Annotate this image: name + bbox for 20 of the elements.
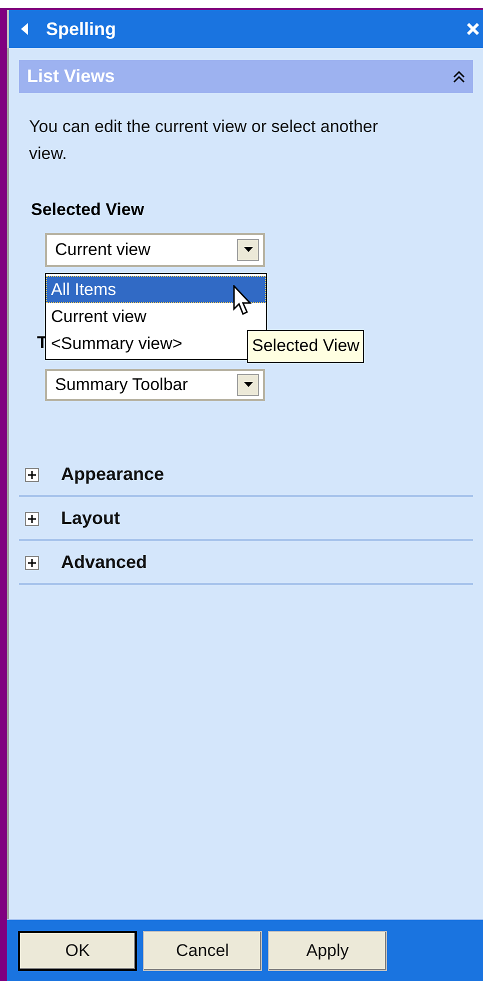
dialog-button[interactable]: Cancel [143,930,262,970]
toolbar-dropdown[interactable]: Summary Toolbar [45,368,265,400]
panel-title: Spelling [46,18,116,41]
plus-icon[interactable] [25,556,39,570]
plus-icon[interactable] [25,512,39,526]
description-text: You can edit the current view or select another view. [29,116,380,165]
back-icon[interactable] [21,23,28,35]
view-dropdown[interactable]: Current view [45,232,265,266]
tooltip: Selected View [247,330,364,362]
section-row[interactable]: Advanced [19,540,473,584]
dialog-button[interactable]: OK [18,930,137,970]
dropdown-option[interactable]: All Items [46,276,266,302]
dialog-button[interactable]: Apply [268,930,387,970]
field-label: Selected View [31,199,146,221]
plus-icon[interactable] [25,468,39,482]
section-row[interactable]: Layout [19,496,473,540]
close-icon[interactable] [467,23,479,35]
collapse-icon[interactable] [453,70,465,84]
section-row[interactable]: Appearance [19,452,473,496]
dropdown-option[interactable]: Current view [46,302,266,330]
